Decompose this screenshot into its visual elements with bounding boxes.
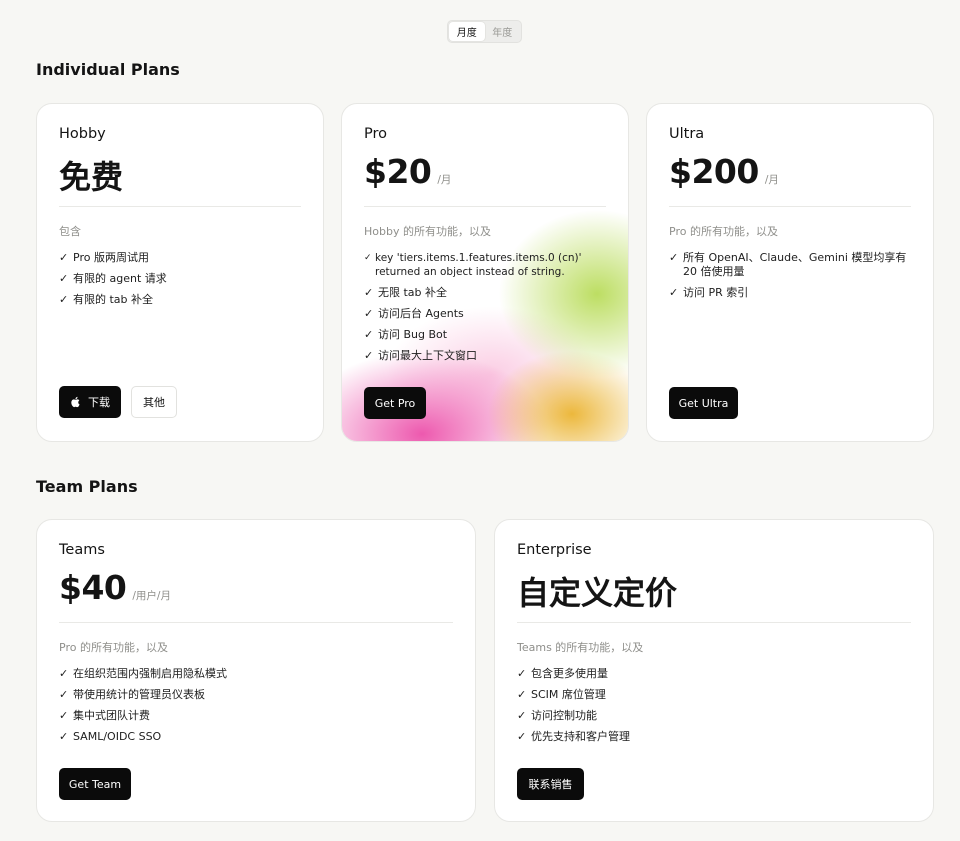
- check-icon: ✓: [517, 709, 527, 722]
- ultra-buttons: Get Ultra: [669, 387, 738, 419]
- check-icon: ✓: [59, 293, 69, 306]
- enterprise-buttons: 联系销售: [517, 768, 584, 800]
- feature-item: ✓ 无限 tab 补全: [364, 286, 448, 299]
- feature-list: ✓ key 'tiers.items.1.features.items.0 (cn…: [364, 251, 606, 363]
- check-icon: ✓: [517, 730, 527, 743]
- feature-item: ✓ 有限的 agent 请求: [59, 272, 167, 285]
- divider: [59, 206, 301, 207]
- price: 免费: [59, 158, 124, 196]
- feature-item: ✓ 访问后台 Agents: [364, 307, 464, 320]
- check-icon: ✓: [364, 253, 372, 263]
- feature-item: ✓ 集中式团队计费: [59, 709, 150, 722]
- price: $40: [59, 568, 127, 607]
- check-icon: ✓: [517, 688, 527, 701]
- check-icon: ✓: [364, 307, 374, 320]
- check-icon: ✓: [517, 667, 527, 680]
- toggle-yearly[interactable]: 年度: [485, 22, 521, 41]
- hobby-card: Hobby 免费 包含 ✓ Pro 版两周试用 ✓ 有限的 agent 请求 ✓ 有限…: [36, 103, 324, 442]
- includes-label: 包含: [59, 225, 81, 238]
- teams-buttons: Get Team: [59, 768, 131, 800]
- feature-item: ✓ 访问 Bug Bot: [364, 328, 448, 341]
- price-row: 自定义定价: [517, 568, 911, 612]
- check-icon: ✓: [59, 272, 69, 285]
- feature-item: ✓ SAML/OIDC SSO: [59, 730, 162, 743]
- price-row: 免费: [59, 152, 301, 196]
- pro-buttons: Get Pro: [364, 387, 426, 419]
- price: $200: [669, 152, 759, 191]
- pro-card: Pro $20 /月 Hobby 的所有功能，以及 ✓ key 'tiers.it…: [341, 103, 629, 442]
- divider: [669, 206, 911, 207]
- price-row: $200 /月: [669, 152, 911, 192]
- feature-item: ✓ 有限的 tab 补全: [59, 293, 154, 306]
- feature-item: ✓ 所有 OpenAI、Claude、Gemini 模型均享有 20 倍使用量: [669, 251, 907, 278]
- check-icon: ✓: [59, 251, 69, 264]
- check-icon: ✓: [59, 730, 69, 743]
- feature-item: ✓ 访问控制功能: [517, 709, 597, 722]
- feature-item: ✓ key 'tiers.items.1.features.items.0 (cn…: [364, 252, 582, 278]
- check-icon: ✓: [364, 349, 374, 362]
- check-icon: ✓: [59, 688, 69, 701]
- feature-list: ✓ 包含更多使用量 ✓ SCIM 席位管理 ✓ 访问控制功能 ✓ 优先支持和客户管理: [517, 667, 911, 744]
- download-button[interactable]: 下载: [59, 386, 121, 418]
- tier-name: Teams: [59, 542, 105, 558]
- divider: [59, 622, 453, 623]
- apple-icon: [71, 396, 80, 408]
- individual-plans-title: Individual Plans: [36, 60, 180, 79]
- divider: [517, 622, 911, 623]
- check-icon: ✓: [59, 709, 69, 722]
- includes-label: Pro 的所有功能，以及: [669, 225, 778, 238]
- check-icon: ✓: [669, 286, 679, 299]
- download-label: 下载: [88, 396, 110, 409]
- price-row: $40 /用户/月: [59, 568, 453, 608]
- price-row: $20 /月: [364, 152, 606, 192]
- tier-name: Ultra: [669, 126, 705, 142]
- feature-list: ✓ 在组织范围内强制启用隐私模式 ✓ 带使用统计的管理员仪表板 ✓ 集中式团队计费 ✓…: [59, 667, 453, 744]
- includes-label: Pro 的所有功能，以及: [59, 641, 168, 654]
- hobby-buttons: 下载 其他: [59, 386, 177, 418]
- ultra-card: Ultra $200 /月 Pro 的所有功能，以及 ✓ 所有 OpenAI、Cl…: [646, 103, 934, 442]
- contact-sales-button[interactable]: 联系销售: [517, 768, 584, 800]
- get-pro-button[interactable]: Get Pro: [364, 387, 426, 419]
- check-icon: ✓: [364, 286, 374, 299]
- tier-name: Enterprise: [517, 542, 592, 558]
- get-ultra-button[interactable]: Get Ultra: [669, 387, 738, 419]
- check-icon: ✓: [59, 667, 69, 680]
- team-plans-title: Team Plans: [36, 477, 138, 496]
- price-unit: /用户/月: [132, 590, 171, 602]
- tier-name: Hobby: [59, 126, 106, 142]
- feature-item: ✓ Pro 版两周试用: [59, 251, 149, 264]
- get-team-button[interactable]: Get Team: [59, 768, 131, 800]
- feature-item: ✓ 优先支持和客户管理: [517, 730, 630, 743]
- price: $20: [364, 152, 432, 191]
- billing-toggle: 月度 年度: [447, 20, 522, 43]
- feature-item: ✓ 包含更多使用量: [517, 667, 608, 680]
- price: 自定义定价: [517, 574, 678, 612]
- includes-label: Hobby 的所有功能，以及: [364, 225, 491, 238]
- tier-name: Pro: [364, 126, 388, 142]
- toggle-monthly[interactable]: 月度: [449, 22, 485, 41]
- feature-list: ✓ 所有 OpenAI、Claude、Gemini 模型均享有 20 倍使用量 ✓…: [669, 251, 911, 300]
- feature-item: ✓ SCIM 席位管理: [517, 688, 606, 701]
- includes-label: Teams 的所有功能，以及: [517, 641, 644, 654]
- feature-item: ✓ 访问 PR 索引: [669, 286, 749, 299]
- feature-item: ✓ 在组织范围内强制启用隐私模式: [59, 667, 227, 680]
- other-button[interactable]: 其他: [131, 386, 177, 418]
- price-unit: /月: [764, 174, 779, 186]
- feature-list: ✓ Pro 版两周试用 ✓ 有限的 agent 请求 ✓ 有限的 tab 补全: [59, 251, 301, 307]
- check-icon: ✓: [669, 251, 679, 264]
- teams-card: Teams $40 /用户/月 Pro 的所有功能，以及 ✓ 在组织范围内强制启用…: [36, 519, 476, 822]
- divider: [364, 206, 606, 207]
- feature-item: ✓ 带使用统计的管理员仪表板: [59, 688, 205, 701]
- check-icon: ✓: [364, 328, 374, 341]
- feature-item: ✓ 访问最大上下文窗口: [364, 349, 477, 362]
- price-unit: /月: [437, 174, 452, 186]
- enterprise-card: Enterprise 自定义定价 Teams 的所有功能，以及 ✓ 包含更多使用量…: [494, 519, 934, 822]
